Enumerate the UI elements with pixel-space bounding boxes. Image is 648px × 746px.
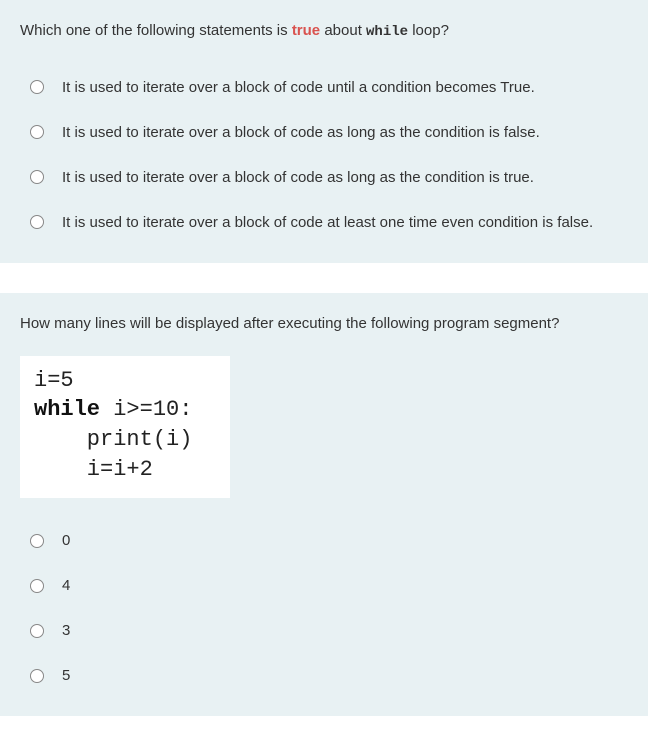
option-row[interactable]: It is used to iterate over a block of co…	[30, 110, 628, 155]
option-row[interactable]: It is used to iterate over a block of co…	[30, 200, 628, 245]
radio-icon[interactable]	[30, 80, 44, 94]
question-prefix: Which one of the following statements is	[20, 22, 292, 39]
options-list: 0 4 3 5	[20, 518, 628, 698]
question-card-1: Which one of the following statements is…	[0, 0, 648, 263]
mono-word: while	[366, 24, 408, 40]
code-block: i=5 while i>=10: print(i) i=i+2	[20, 356, 230, 499]
question-suffix: loop?	[408, 22, 449, 39]
option-label: It is used to iterate over a block of co…	[62, 212, 593, 233]
question-text: Which one of the following statements is…	[20, 20, 628, 43]
option-label: 5	[62, 665, 70, 686]
option-row[interactable]: 0	[30, 518, 628, 563]
radio-icon[interactable]	[30, 125, 44, 139]
radio-icon[interactable]	[30, 170, 44, 184]
option-row[interactable]: 3	[30, 608, 628, 653]
option-label: It is used to iterate over a block of co…	[62, 77, 535, 98]
option-label: 0	[62, 530, 70, 551]
options-list: It is used to iterate over a block of co…	[20, 65, 628, 245]
code-line: while i>=10:	[34, 395, 216, 425]
code-line: print(i)	[34, 425, 216, 455]
option-row[interactable]: It is used to iterate over a block of co…	[30, 155, 628, 200]
option-label: It is used to iterate over a block of co…	[62, 167, 534, 188]
question-card-2: How many lines will be displayed after e…	[0, 293, 648, 717]
code-line: i=5	[34, 366, 216, 396]
option-row[interactable]: 4	[30, 563, 628, 608]
option-label: It is used to iterate over a block of co…	[62, 122, 540, 143]
radio-icon[interactable]	[30, 624, 44, 638]
option-label: 3	[62, 620, 70, 641]
option-label: 4	[62, 575, 70, 596]
code-rest: i>=10:	[100, 397, 192, 422]
question-middle: about	[320, 22, 366, 39]
code-line: i=i+2	[34, 455, 216, 485]
question-text: How many lines will be displayed after e…	[20, 313, 628, 334]
radio-icon[interactable]	[30, 534, 44, 548]
radio-icon[interactable]	[30, 669, 44, 683]
bold-red-word: true	[292, 22, 320, 39]
option-row[interactable]: 5	[30, 653, 628, 698]
code-keyword: while	[34, 397, 100, 422]
radio-icon[interactable]	[30, 215, 44, 229]
radio-icon[interactable]	[30, 579, 44, 593]
option-row[interactable]: It is used to iterate over a block of co…	[30, 65, 628, 110]
